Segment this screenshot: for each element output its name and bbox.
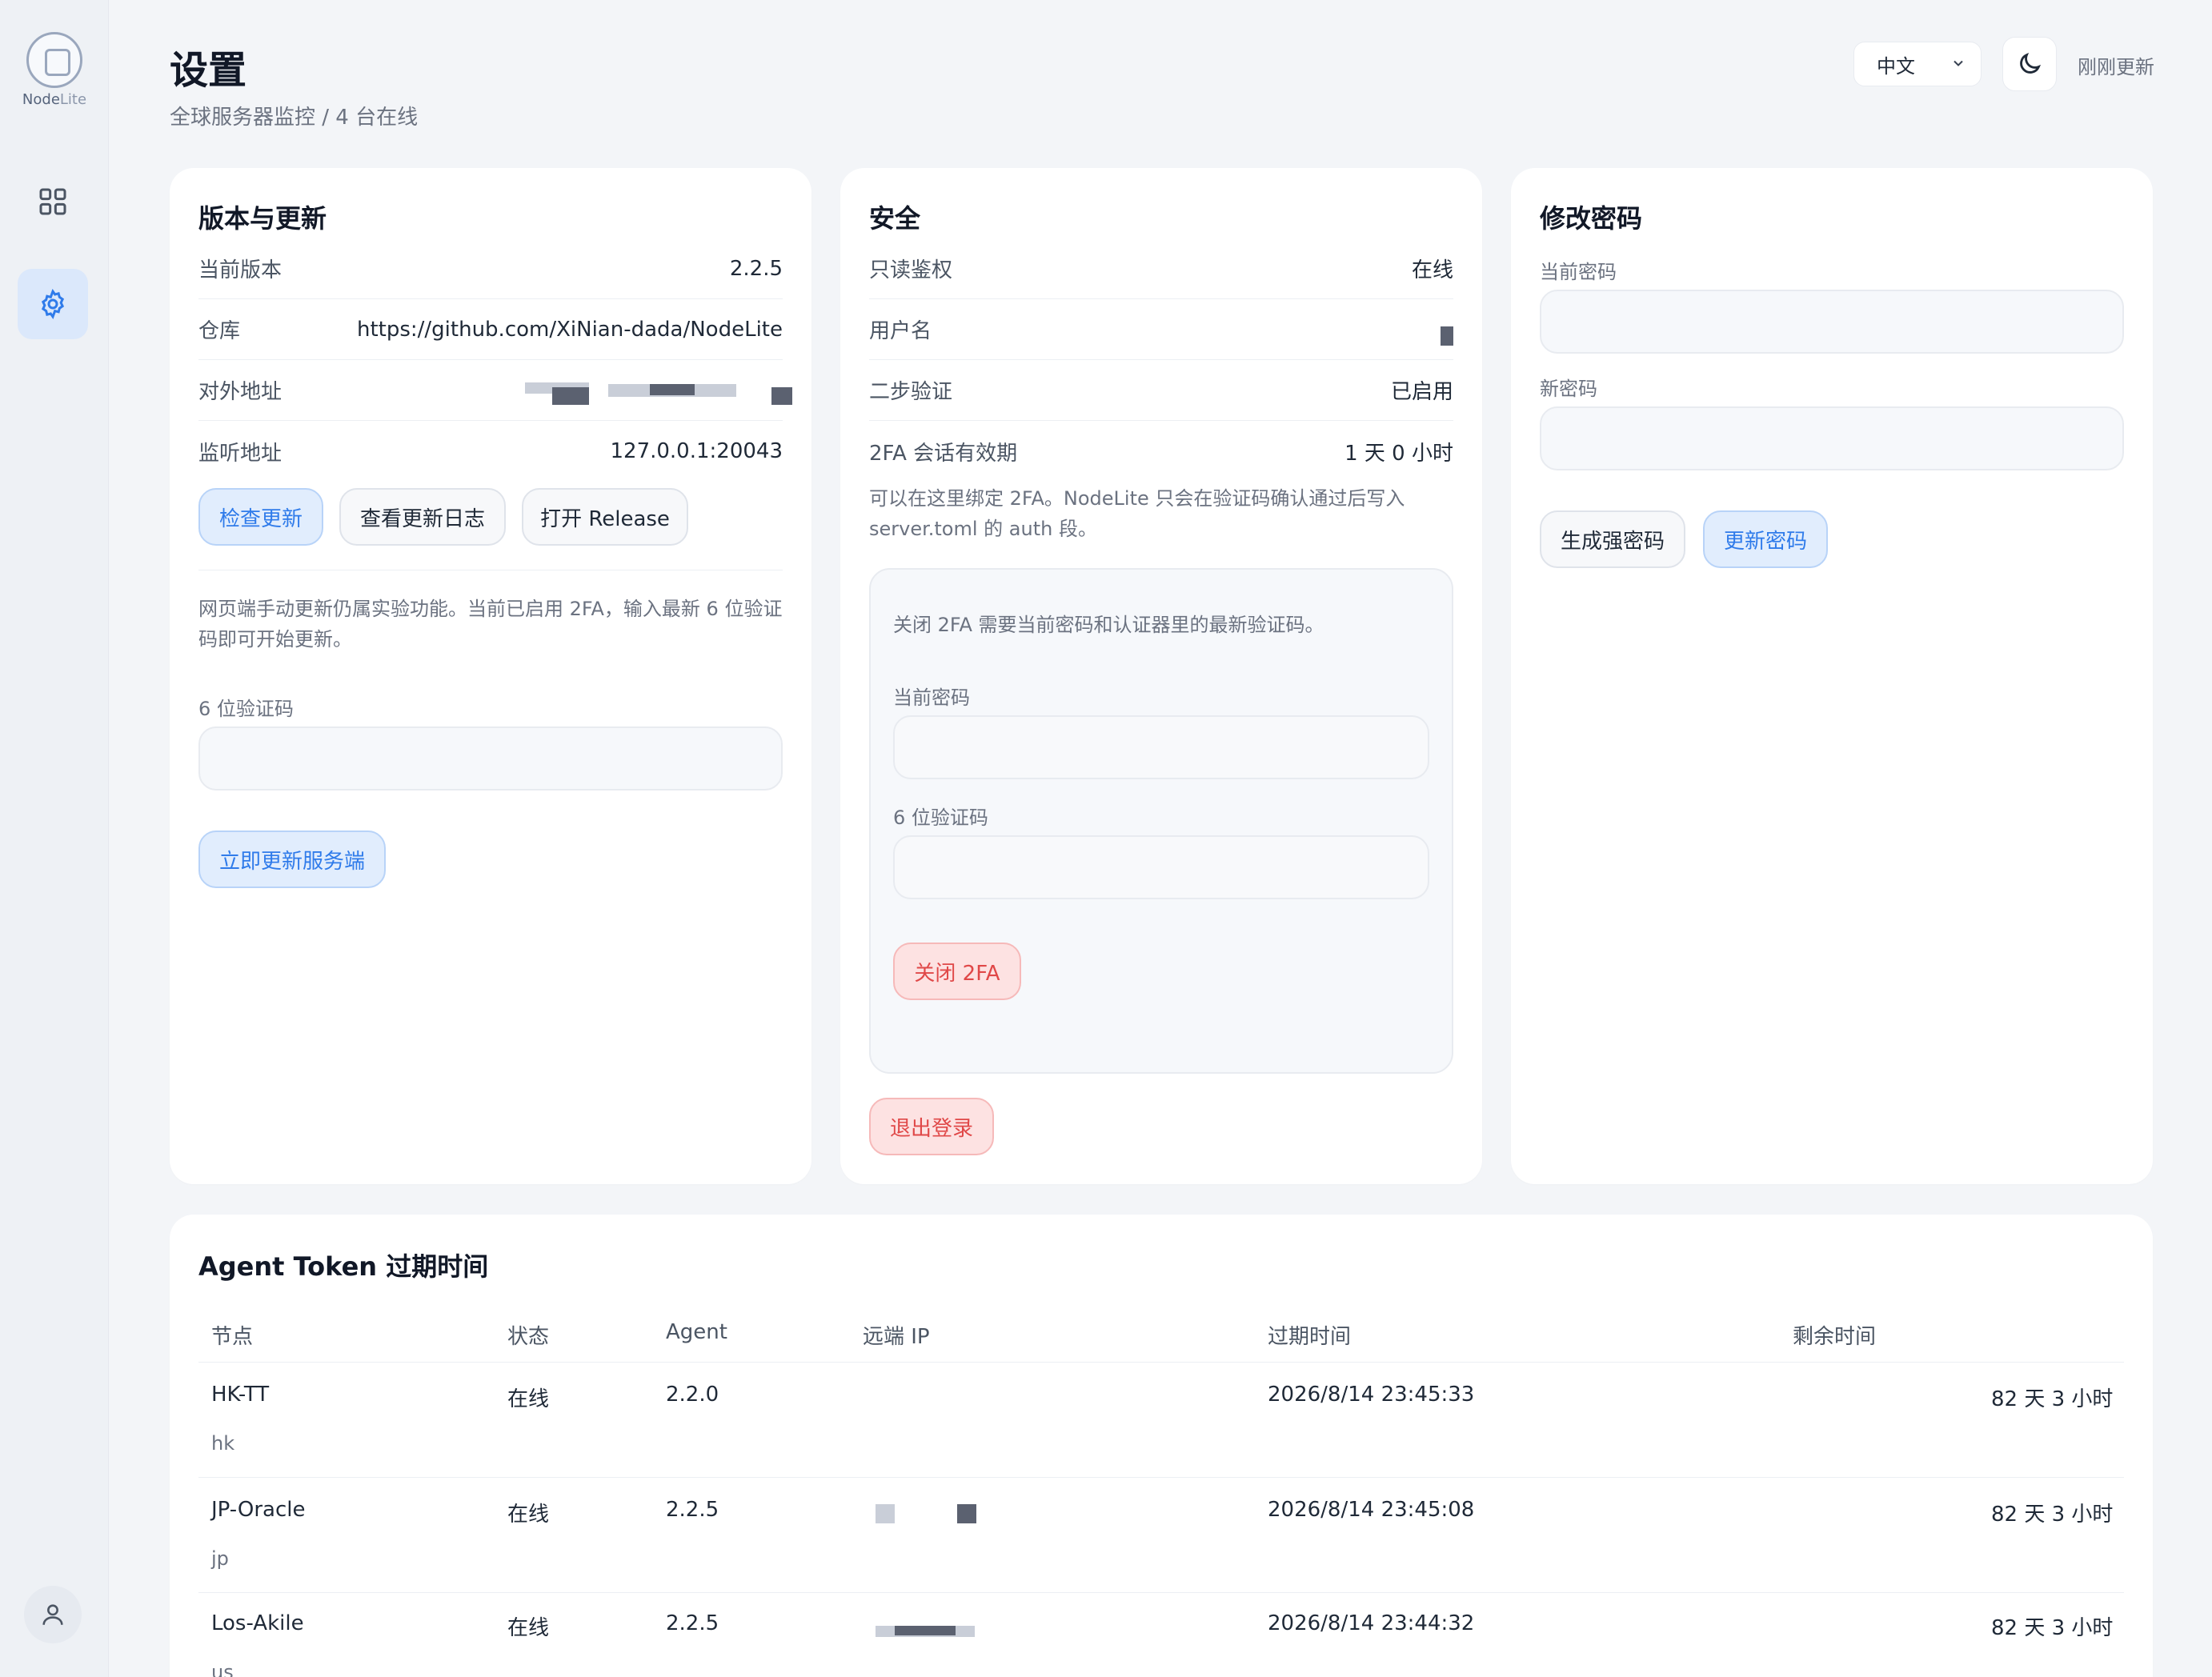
code-label: 6 位验证码: [198, 698, 294, 720]
code-label: 6 位验证码: [893, 806, 988, 829]
security-card-title: 安全: [869, 203, 921, 234]
node-status: 在线: [507, 1503, 550, 1527]
kv-row-2fa-session: 2FA 会话有效期 1 天 0 小时: [869, 441, 1453, 466]
kv-row-two-factor: 二步验证 已启用: [869, 360, 1453, 421]
password-card-title: 修改密码: [1540, 203, 1643, 234]
column-header-expires: 过期时间: [1268, 1325, 1352, 1349]
current-password-label: 当前密码: [1540, 261, 1617, 283]
security-note: 可以在这里绑定 2FA。NodeLite 只会在验证码确认通过后写入 serve…: [869, 487, 1405, 540]
node-name: HK-TT: [211, 1383, 270, 1407]
agent-version: 2.2.0: [666, 1383, 719, 1407]
update-note: 网页端手动更新仍属实验功能。当前已启用 2FA，输入最新 6 位验证码即可开始更…: [198, 598, 783, 650]
sidebar-item-dashboard[interactable]: [18, 166, 88, 237]
table-divider: [198, 1477, 2124, 1478]
update-code-input[interactable]: [198, 726, 783, 790]
redacted-address: [771, 387, 792, 405]
sidebar-item-settings[interactable]: [18, 269, 88, 339]
update-server-button[interactable]: 立即更新服务端: [198, 830, 386, 888]
current-password-label: 当前密码: [893, 686, 970, 709]
updated-status: 刚刚更新: [2078, 56, 2154, 78]
column-header-remaining: 剩余时间: [1793, 1325, 1877, 1349]
version-card-title: 版本与更新: [198, 203, 327, 234]
user-button[interactable]: [24, 1586, 82, 1643]
check-update-button[interactable]: 检查更新: [198, 488, 323, 546]
kv-row-username: 用户名: [869, 299, 1453, 360]
generate-password-button[interactable]: 生成强密码: [1540, 510, 1685, 568]
new-password-label: 新密码: [1540, 378, 1597, 400]
redacted-ip: [876, 1504, 895, 1523]
agent-token-card-title: Agent Token 过期时间: [198, 1251, 489, 1282]
kv-row-repository: 仓库 https://github.com/XiNian-dada/NodeLi…: [198, 299, 783, 360]
update-password-button[interactable]: 更新密码: [1703, 510, 1828, 568]
kv-row-listen-address: 监听地址 127.0.0.1:20043: [198, 439, 783, 466]
node-tag: hk: [211, 1432, 235, 1455]
agent-token-card: [170, 1215, 2153, 1677]
grid-icon: [39, 188, 66, 215]
agent-version: 2.2.5: [666, 1498, 719, 1522]
logo-text: NodeLite: [22, 91, 87, 108]
remaining-time: 82 天 3 小时: [1991, 1616, 2114, 1640]
column-header-remote-ip: 远端 IP: [863, 1325, 930, 1349]
node-status: 在线: [507, 1387, 550, 1411]
chevron-down-icon: [1954, 60, 1963, 66]
gear-icon: [41, 288, 65, 320]
redacted-ip: [957, 1504, 976, 1523]
expires-time: 2026/8/14 23:44:32: [1268, 1611, 1475, 1635]
expires-time: 2026/8/14 23:45:33: [1268, 1383, 1475, 1407]
redacted-ip: [895, 1626, 956, 1635]
redacted-username: [1441, 326, 1453, 346]
table-divider: [198, 1362, 2124, 1363]
disable-2fa-password-input[interactable]: [893, 715, 1429, 779]
current-password-input[interactable]: [1540, 290, 2124, 354]
language-select[interactable]: 中文: [1853, 42, 1982, 86]
language-value: 中文: [1877, 54, 1915, 78]
logout-button[interactable]: 退出登录: [869, 1098, 994, 1155]
remaining-time: 82 天 3 小时: [1991, 1503, 2114, 1527]
kv-row-current-version: 当前版本 2.2.5: [198, 238, 783, 299]
moon-icon: [2020, 52, 2042, 74]
remaining-time: 82 天 3 小时: [1991, 1387, 2114, 1411]
logo-icon: [26, 32, 82, 88]
page-subtitle: 全球服务器监控 / 4 台在线: [170, 106, 419, 130]
logo[interactable]: NodeLite: [14, 32, 94, 112]
redacted-address: [650, 384, 695, 395]
expires-time: 2026/8/14 23:45:08: [1268, 1498, 1475, 1522]
agent-version: 2.2.5: [666, 1611, 719, 1635]
column-header-agent: Agent: [666, 1320, 727, 1344]
disable-2fa-note: 关闭 2FA 需要当前密码和认证器里的最新验证码。: [893, 614, 1324, 636]
page-title: 设置: [170, 48, 247, 93]
user-icon: [42, 1604, 63, 1625]
disable-2fa-button[interactable]: 关闭 2FA: [893, 943, 1021, 1000]
view-changelog-button[interactable]: 查看更新日志: [339, 488, 506, 546]
disable-2fa-code-input[interactable]: [893, 835, 1429, 899]
node-tag: us: [211, 1661, 234, 1677]
node-name: JP-Oracle: [211, 1498, 306, 1522]
table-divider: [198, 1592, 2124, 1593]
kv-row-readonly-auth: 只读鉴权 在线: [869, 238, 1453, 299]
node-status: 在线: [507, 1616, 550, 1640]
column-header-node: 节点: [211, 1325, 254, 1349]
node-name: Los-Akile: [211, 1611, 304, 1635]
column-header-status: 状态: [507, 1325, 550, 1349]
open-release-button[interactable]: 打开 Release: [522, 488, 688, 546]
node-tag: jp: [211, 1547, 229, 1570]
new-password-input[interactable]: [1540, 406, 2124, 470]
repository-link[interactable]: https://github.com/XiNian-dada/NodeLite: [357, 318, 783, 342]
sidebar: NodeLite: [0, 0, 109, 1677]
theme-toggle-button[interactable]: [2002, 37, 2057, 91]
redacted-address: [552, 387, 589, 405]
